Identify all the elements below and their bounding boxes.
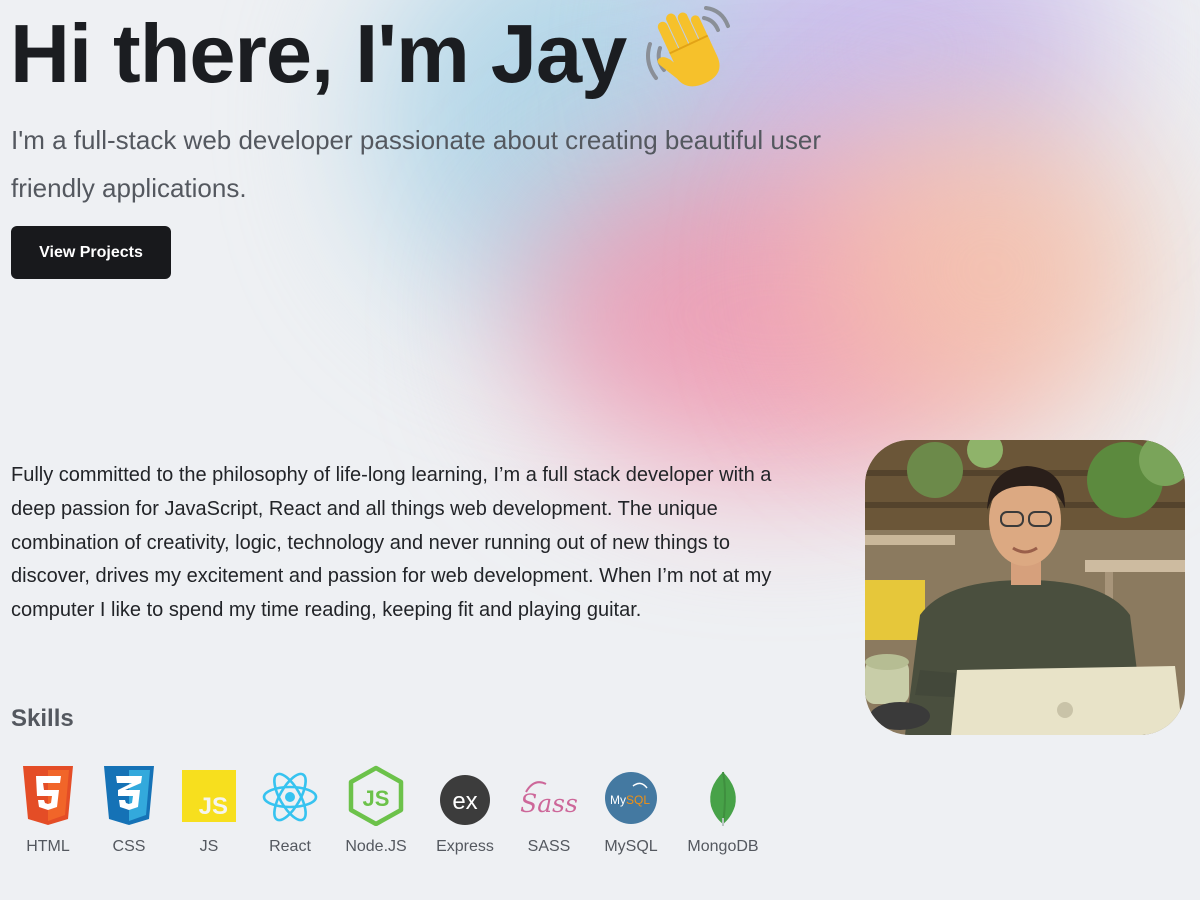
profile-photo-image xyxy=(865,440,1185,735)
nodejs-icon: JS xyxy=(348,765,404,826)
skill-label: Express xyxy=(436,838,494,855)
skill-react: React xyxy=(245,764,335,856)
svg-text:Sass: Sass xyxy=(520,789,578,818)
svg-text:MySQL: MySQL xyxy=(610,793,650,807)
skill-label: React xyxy=(269,838,311,855)
skill-sass: Sass SASS xyxy=(504,764,594,856)
skill-nodejs: JS Node.JS xyxy=(331,764,421,856)
svg-text:JS: JS xyxy=(199,793,228,820)
skills-heading: Skills xyxy=(11,705,74,732)
svg-text:JS: JS xyxy=(363,786,390,811)
hero-title-text: Hi there, I'm Jay xyxy=(10,7,627,100)
javascript-icon: JS xyxy=(182,770,236,822)
about-text: Fully committed to the philosophy of lif… xyxy=(11,464,772,622)
mongodb-icon xyxy=(710,771,736,826)
skill-mongodb: MongoDB xyxy=(678,764,768,856)
express-icon: ex xyxy=(440,775,490,825)
view-projects-button[interactable]: View Projects xyxy=(11,226,171,279)
sass-icon: Sass xyxy=(520,781,578,818)
profile-photo xyxy=(865,440,1185,735)
waving-hand-icon xyxy=(646,6,731,87)
skills-list: HTML CSS JS JS React JS Node.JS ex Expre… xyxy=(0,764,800,864)
skill-label: Node.JS xyxy=(345,838,407,855)
hero-title: Hi there, I'm Jay xyxy=(10,4,734,104)
skill-express: ex Express xyxy=(420,764,510,856)
skill-js: JS JS xyxy=(164,764,254,856)
html5-icon xyxy=(23,766,73,825)
skill-label: CSS xyxy=(112,838,146,855)
skill-label: HTML xyxy=(26,838,70,855)
skill-label: SASS xyxy=(527,838,571,855)
react-icon xyxy=(262,772,318,822)
skill-css: CSS xyxy=(84,764,174,856)
skill-mysql: MySQL MySQL xyxy=(586,764,676,856)
mysql-icon: MySQL xyxy=(605,772,657,824)
skill-label: JS xyxy=(199,838,219,855)
skill-label: MongoDB xyxy=(687,838,759,855)
skill-html: HTML xyxy=(3,764,93,856)
portfolio-page: Hi there, I'm Jay I'm a full-stack web d… xyxy=(0,0,1200,900)
css3-icon xyxy=(104,766,154,825)
svg-text:ex: ex xyxy=(452,788,477,815)
skill-label: MySQL xyxy=(604,838,658,855)
hero-subtitle: I'm a full-stack web developer passionat… xyxy=(11,125,821,203)
